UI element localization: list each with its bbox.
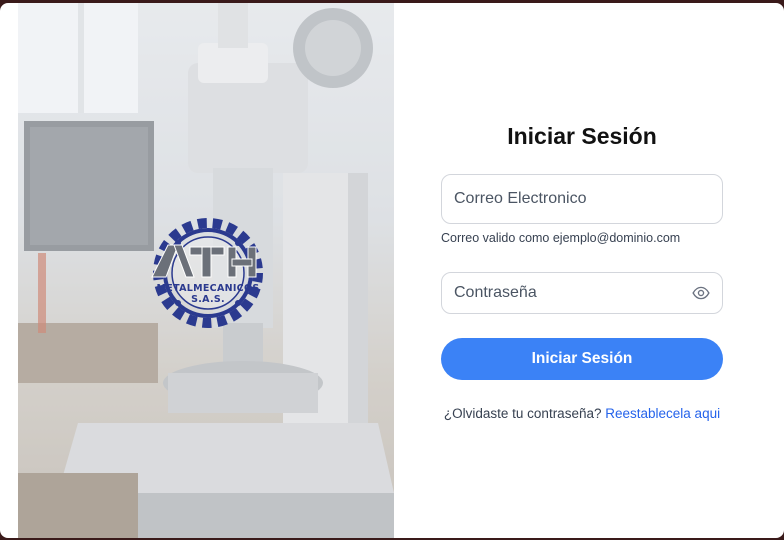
- forgot-password-row: ¿Olvidaste tu contraseña? Reestablecela …: [441, 406, 723, 421]
- logo-text: METALMECANICOS S.A.S.: [156, 283, 260, 305]
- page-title: Iniciar Sesión: [507, 123, 657, 149]
- reset-password-link[interactable]: Reestablecela aqui: [605, 406, 720, 421]
- email-field[interactable]: [454, 190, 710, 208]
- email-hint: Correo valido como ejemplo@dominio.com: [441, 231, 681, 245]
- company-logo: METALMECANICOS S.A.S.: [138, 209, 278, 337]
- login-button[interactable]: Iniciar Sesión: [441, 338, 723, 380]
- hero-image: METALMECANICOS S.A.S.: [18, 3, 394, 538]
- gear-logo-icon: [151, 218, 263, 328]
- password-field[interactable]: [454, 284, 692, 302]
- login-card: METALMECANICOS S.A.S. Iniciar Sesión Cor…: [0, 3, 784, 538]
- password-field-wrapper: [441, 272, 723, 314]
- email-field-wrapper: [441, 174, 723, 224]
- forgot-password-text: ¿Olvidaste tu contraseña?: [443, 406, 602, 421]
- eye-icon[interactable]: [692, 284, 710, 302]
